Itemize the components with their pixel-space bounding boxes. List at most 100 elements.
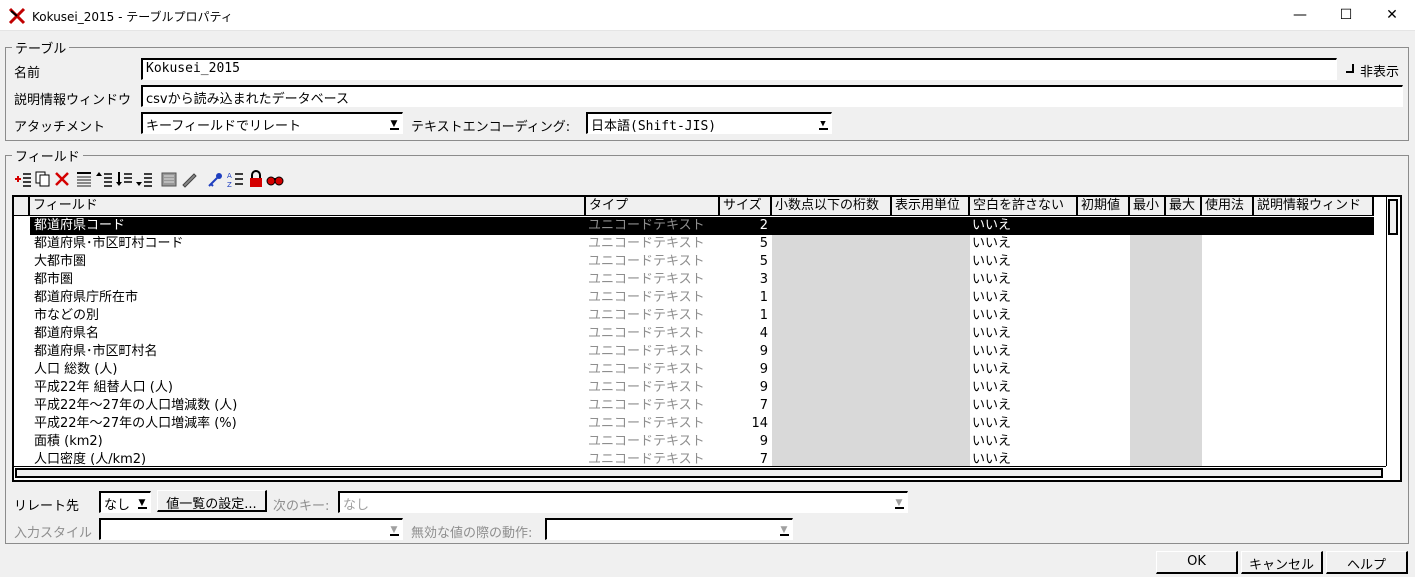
invalid-action-label: 無効な値の際の動作: bbox=[411, 526, 533, 541]
table-row[interactable]: 都道府県庁所在市 ユニコードテキスト 1 いいえ bbox=[30, 289, 1374, 307]
svg-text:A: A bbox=[227, 172, 232, 180]
encoding-label: テキストエンコーディング: bbox=[411, 120, 571, 135]
minimize-button[interactable]: — bbox=[1277, 0, 1323, 31]
table-row[interactable]: 人口 総数 (人) ユニコードテキスト 9 いいえ bbox=[30, 361, 1374, 379]
field-size-cell: 9 bbox=[759, 380, 768, 395]
field-name-cell: 都道府県･市区町村名 bbox=[34, 344, 158, 359]
field-name-cell: 人口 総数 (人) bbox=[34, 362, 118, 377]
move-up-icon[interactable] bbox=[95, 170, 113, 188]
encoding-select[interactable]: 日本語(Shift-JIS) ▼ bbox=[586, 112, 832, 134]
ok-button[interactable]: OK bbox=[1156, 551, 1238, 574]
move-top-icon[interactable] bbox=[75, 170, 93, 188]
field-size-cell: 5 bbox=[759, 254, 768, 269]
field-group-legend: フィールド bbox=[15, 150, 80, 165]
column-header-description[interactable]: 説明情報ウィンド bbox=[1254, 197, 1374, 216]
move-down-icon[interactable] bbox=[115, 170, 133, 188]
stack-icon[interactable] bbox=[160, 170, 178, 188]
pencil-icon[interactable] bbox=[180, 170, 198, 188]
column-header-max[interactable]: 最大 bbox=[1166, 197, 1202, 216]
table-row[interactable]: 平成22年～27年の人口増減数 (人) ユニコードテキスト 7 いいえ bbox=[30, 397, 1374, 415]
next-key-select[interactable]: なし ▼ bbox=[338, 491, 908, 513]
field-name-cell: 都道府県庁所在市 bbox=[34, 290, 139, 305]
copy-field-icon[interactable] bbox=[34, 170, 52, 188]
svg-text:Z: Z bbox=[227, 181, 232, 188]
window-title: Kokusei_2015 - テーブルプロパティ bbox=[32, 10, 233, 24]
encoding-select-value: 日本語(Shift-JIS) bbox=[591, 119, 717, 134]
column-header-field[interactable]: フィールド bbox=[30, 197, 586, 216]
field-name-cell: 面積 (km2) bbox=[34, 434, 103, 449]
next-key-label: 次のキー: bbox=[273, 499, 330, 514]
column-header-size[interactable]: サイズ bbox=[720, 197, 772, 216]
table-row[interactable]: 大都市圏 ユニコードテキスト 5 いいえ bbox=[30, 253, 1374, 271]
attach-select[interactable]: キーフィールドでリレート ▼ bbox=[141, 112, 403, 134]
desc-label: 説明情報ウィンドウ bbox=[14, 93, 132, 108]
column-header-usage[interactable]: 使用法 bbox=[1202, 197, 1254, 216]
hide-checkbox[interactable] bbox=[1344, 62, 1356, 74]
column-header-min[interactable]: 最小 bbox=[1130, 197, 1166, 216]
name-input[interactable]: Kokusei_2015 bbox=[141, 58, 1337, 80]
field-size-cell: 3 bbox=[759, 272, 768, 287]
move-bottom-icon[interactable] bbox=[135, 170, 153, 188]
table-row[interactable]: 市などの別 ユニコードテキスト 1 いいえ bbox=[30, 307, 1374, 325]
relate-select[interactable]: なし ▼ bbox=[99, 491, 151, 513]
close-button[interactable]: ✕ bbox=[1369, 0, 1415, 31]
horizontal-scrollbar[interactable] bbox=[14, 466, 1386, 480]
relate-select-value: なし bbox=[104, 498, 131, 513]
table-row[interactable]: 都道府県コード ユニコードテキスト 2 いいえ bbox=[30, 217, 1374, 235]
checkbox-mark-icon bbox=[1346, 64, 1354, 73]
field-type-cell: ユニコードテキスト bbox=[588, 416, 705, 431]
title-bar: Kokusei_2015 - テーブルプロパティ — ☐ ✕ bbox=[0, 0, 1415, 31]
header-corner bbox=[14, 197, 30, 216]
hide-label: 非表示 bbox=[1360, 65, 1400, 80]
attach-label: アタッチメント bbox=[14, 120, 106, 135]
lock-icon[interactable] bbox=[247, 170, 265, 188]
field-notnull-cell: いいえ bbox=[972, 398, 1012, 413]
desc-input[interactable]: csvから読み込まれたデータベース bbox=[141, 85, 1403, 107]
table-row[interactable]: 面積 (km2) ユニコードテキスト 9 いいえ bbox=[30, 433, 1374, 451]
field-type-cell: ユニコードテキスト bbox=[588, 254, 705, 269]
maximize-button[interactable]: ☐ bbox=[1323, 0, 1369, 31]
key-icon[interactable] bbox=[206, 170, 224, 188]
chevron-down-icon: ▼ bbox=[388, 117, 400, 131]
field-notnull-cell: いいえ bbox=[972, 344, 1012, 359]
binoculars-icon[interactable] bbox=[266, 170, 284, 188]
table-row[interactable]: 都道府県･市区町村名 ユニコードテキスト 9 いいえ bbox=[30, 343, 1374, 361]
column-header-notnull[interactable]: 空白を許さない bbox=[970, 197, 1078, 216]
column-header-decimals[interactable]: 小数点以下の桁数 bbox=[772, 197, 892, 216]
chevron-down-icon: ▼ bbox=[778, 523, 790, 537]
field-name-cell: 大都市圏 bbox=[34, 254, 87, 269]
attach-select-value: キーフィールドでリレート bbox=[146, 119, 301, 134]
delete-field-icon[interactable] bbox=[53, 170, 71, 188]
vertical-scrollbar[interactable] bbox=[1386, 197, 1400, 480]
next-key-select-value: なし bbox=[343, 498, 370, 513]
field-type-cell: ユニコードテキスト bbox=[588, 218, 705, 233]
field-size-cell: 9 bbox=[759, 344, 768, 359]
horizontal-scroll-thumb[interactable] bbox=[15, 468, 1383, 478]
vertical-scroll-thumb[interactable] bbox=[1388, 199, 1398, 235]
table-row[interactable]: 平成22年～27年の人口増減率 (%) ユニコードテキスト 14 いいえ bbox=[30, 415, 1374, 433]
add-field-icon[interactable] bbox=[14, 170, 32, 188]
invalid-action-select[interactable]: ▼ bbox=[545, 518, 793, 540]
field-size-cell: 2 bbox=[759, 218, 768, 233]
table-row[interactable]: 平成22年 組替人口 (人) ユニコードテキスト 9 いいえ bbox=[30, 379, 1374, 397]
field-type-cell: ユニコードテキスト bbox=[588, 434, 705, 449]
table-row[interactable]: 都道府県･市区町村コード ユニコードテキスト 5 いいえ bbox=[30, 235, 1374, 253]
table-row[interactable]: 都市圏 ユニコードテキスト 3 いいえ bbox=[30, 271, 1374, 289]
fields-table[interactable]: フィールド タイプ サイズ 小数点以下の桁数 表示用単位 空白を許さない 初期値… bbox=[12, 195, 1402, 482]
sort-icon[interactable]: A Z bbox=[226, 170, 244, 188]
table-row[interactable]: 都道府県名 ユニコードテキスト 4 いいえ bbox=[30, 325, 1374, 343]
help-button[interactable]: ヘルプ bbox=[1326, 551, 1408, 574]
cancel-button[interactable]: キャンセル bbox=[1241, 551, 1323, 574]
input-style-select[interactable]: ▼ bbox=[99, 518, 403, 540]
field-type-cell: ユニコードテキスト bbox=[588, 290, 705, 305]
field-type-cell: ユニコードテキスト bbox=[588, 344, 705, 359]
field-name-cell: 平成22年～27年の人口増減数 (人) bbox=[34, 398, 238, 413]
field-name-cell: 都市圏 bbox=[34, 272, 74, 287]
chevron-down-icon: ▼ bbox=[388, 523, 400, 537]
value-list-button[interactable]: 値一覧の設定... bbox=[157, 490, 267, 512]
column-header-unit[interactable]: 表示用単位 bbox=[892, 197, 970, 216]
column-header-default[interactable]: 初期値 bbox=[1078, 197, 1130, 216]
column-header-type[interactable]: タイプ bbox=[586, 197, 720, 216]
chevron-down-icon: ▼ bbox=[893, 496, 905, 510]
field-size-cell: 1 bbox=[759, 290, 768, 305]
